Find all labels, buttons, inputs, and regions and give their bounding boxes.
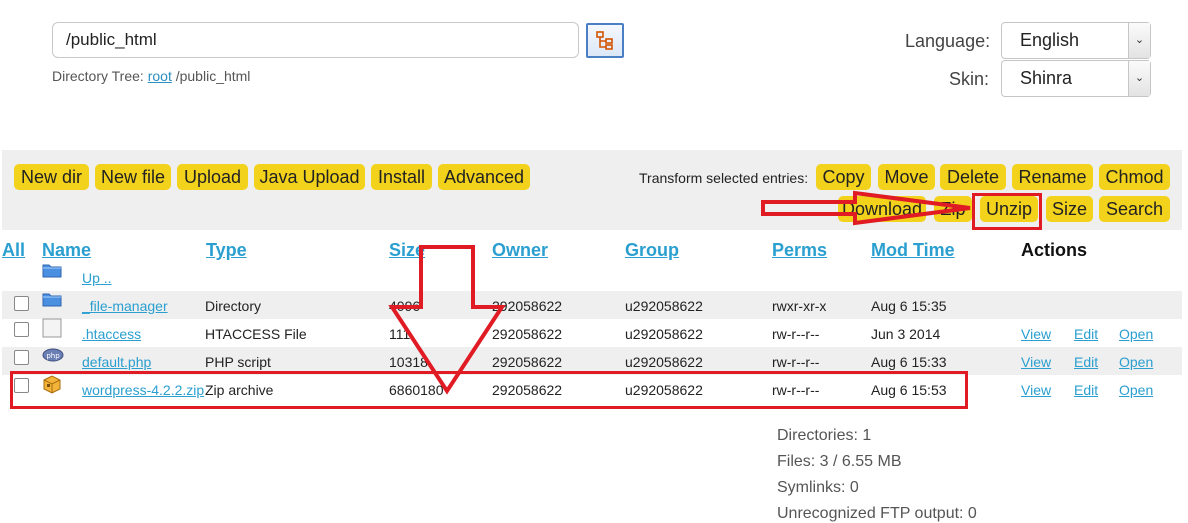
path-input[interactable]: /public_html (52, 22, 579, 58)
file-group: u292058622 (625, 326, 703, 342)
tree-icon (596, 31, 613, 50)
summary-unrecognized: Unrecognized FTP output: 0 (777, 505, 977, 522)
chevron-down-icon: ⌄ (1128, 61, 1150, 96)
actions-header: Actions (1021, 240, 1088, 260)
perms-header[interactable]: Perms (772, 240, 827, 261)
directory-tree-button[interactable] (586, 23, 624, 58)
file-group: u292058622 (625, 298, 703, 314)
highlight-unzip-box (972, 193, 1042, 230)
upload-button[interactable]: Upload (177, 164, 248, 190)
parent-directory-link[interactable]: Up .. (82, 270, 112, 286)
group-header[interactable]: Group (625, 240, 679, 261)
directory-tree-label: Directory Tree: (52, 68, 144, 84)
annotation-down-arrow (388, 245, 506, 395)
file-perms: rw-r--r-- (772, 326, 820, 342)
table-row (2, 291, 1182, 319)
language-value: English (1020, 30, 1080, 50)
directory-tree-path: /public_html (175, 68, 251, 84)
chmod-button[interactable]: Chmod (1099, 164, 1170, 190)
row-checkbox[interactable] (14, 296, 29, 311)
file-name-link[interactable]: default.php (82, 354, 151, 370)
file-type: Directory (205, 298, 262, 314)
size-button[interactable]: Size (1046, 196, 1093, 222)
chevron-down-icon: ⌄ (1128, 23, 1150, 58)
row-checkbox[interactable] (14, 350, 29, 365)
delete-button[interactable]: Delete (940, 164, 1006, 190)
view-link[interactable]: View (1021, 326, 1051, 342)
blank-file-icon (42, 318, 62, 338)
summary-files: Files: 3 / 6.55 MB (777, 453, 902, 470)
new-dir-button[interactable]: New dir (14, 164, 89, 190)
rename-button[interactable]: Rename (1012, 164, 1093, 190)
file-perms: rw-r--r-- (772, 354, 820, 370)
edit-link[interactable]: Edit (1074, 354, 1098, 370)
folder-icon (42, 293, 62, 307)
search-button[interactable]: Search (1099, 196, 1170, 222)
file-mod-time: Aug 6 15:33 (871, 354, 947, 370)
skin-select[interactable]: Shinra ⌄ (1001, 60, 1151, 97)
file-group: u292058622 (625, 354, 703, 370)
file-name-link[interactable]: .htaccess (82, 326, 141, 342)
file-mod-time: Aug 6 15:35 (871, 298, 947, 314)
mod-time-header[interactable]: Mod Time (871, 240, 955, 261)
php-file-icon: php (42, 348, 64, 362)
install-button[interactable]: Install (371, 164, 432, 190)
file-type: PHP script (205, 354, 271, 370)
row-checkbox[interactable] (14, 322, 29, 337)
root-link[interactable]: root (148, 68, 172, 84)
view-link[interactable]: View (1021, 382, 1051, 398)
select-all-header[interactable]: All (2, 240, 25, 261)
edit-link[interactable]: Edit (1074, 326, 1098, 342)
name-header[interactable]: Name (42, 240, 91, 261)
language-select[interactable]: English ⌄ (1001, 22, 1151, 59)
file-type: HTACCESS File (205, 326, 307, 342)
directory-tree-breadcrumb: Directory Tree: root /public_html (52, 68, 250, 84)
type-header[interactable]: Type (206, 240, 247, 261)
edit-link[interactable]: Edit (1074, 382, 1098, 398)
annotation-right-arrow (761, 190, 971, 226)
file-perms: rwxr-xr-x (772, 298, 827, 314)
open-link[interactable]: Open (1119, 382, 1153, 398)
summary-symlinks: Symlinks: 0 (777, 479, 859, 496)
open-link[interactable]: Open (1119, 326, 1153, 342)
java-upload-button[interactable]: Java Upload (254, 164, 365, 190)
skin-value: Shinra (1020, 68, 1073, 88)
view-link[interactable]: View (1021, 354, 1051, 370)
copy-button[interactable]: Copy (816, 164, 871, 190)
folder-icon (42, 264, 62, 278)
svg-text:php: php (46, 352, 60, 360)
file-name-link[interactable]: _file-manager (82, 298, 168, 314)
skin-label: Skin: (949, 69, 990, 89)
new-file-button[interactable]: New file (95, 164, 171, 190)
transform-label: Transform selected entries: (639, 170, 809, 186)
summary-directories: Directories: 1 (777, 427, 872, 444)
open-link[interactable]: Open (1119, 354, 1153, 370)
language-label: Language: (905, 31, 991, 51)
move-button[interactable]: Move (878, 164, 935, 190)
advanced-button[interactable]: Advanced (438, 164, 530, 190)
file-mod-time: Jun 3 2014 (871, 326, 941, 342)
